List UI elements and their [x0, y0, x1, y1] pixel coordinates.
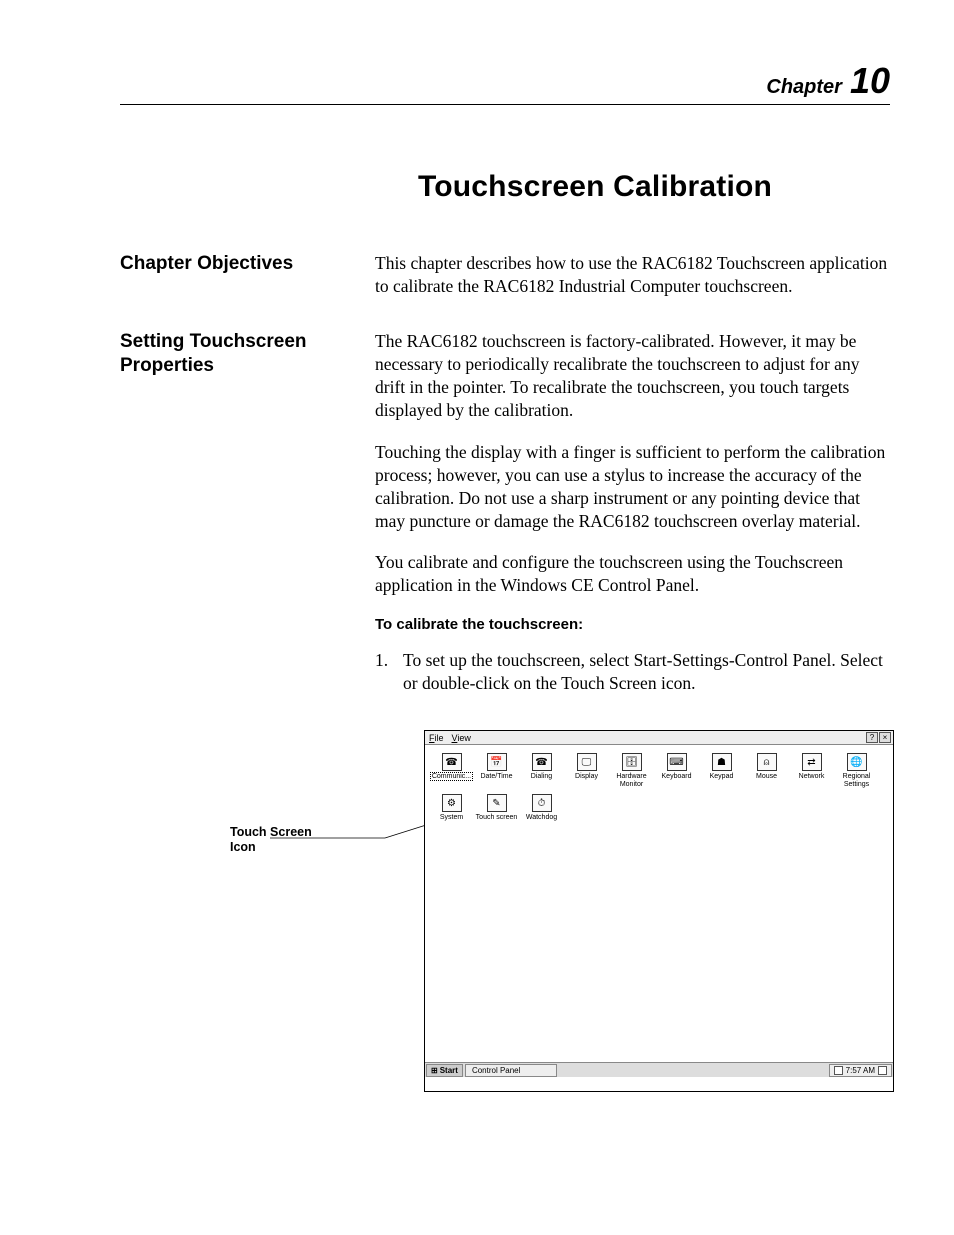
tray-clock: 7:57 AM: [846, 1066, 875, 1075]
icon-label: Display: [575, 773, 598, 780]
chapter-number: 10: [850, 60, 890, 101]
app-icon: ☎: [532, 753, 552, 771]
control-panel-icon[interactable]: ⇄ Network: [789, 753, 834, 788]
app-icon: ⌨: [667, 753, 687, 771]
control-panel-icon[interactable]: ☎ Dialing: [519, 753, 564, 788]
control-panel-icon[interactable]: 🌐 Regional Settings: [834, 753, 879, 788]
menubar: File View: [425, 731, 893, 745]
start-button[interactable]: ⊞ Start: [426, 1064, 463, 1077]
icon-label: Network: [799, 773, 825, 780]
app-icon: ✎: [487, 794, 507, 812]
step-text: To set up the touchscreen, select Start-…: [403, 649, 890, 695]
control-panel-icon[interactable]: 🗄 Hardware Monitor: [609, 753, 654, 788]
control-panel-icon[interactable]: ⚙ System: [429, 794, 474, 821]
page-title: Touchscreen Calibration: [300, 170, 890, 204]
menu-file[interactable]: File: [429, 733, 444, 743]
icon-label: Watchdog: [526, 814, 557, 821]
chapter-label: Chapter: [766, 76, 842, 98]
app-icon: 🗄: [622, 753, 642, 771]
taskbar-task[interactable]: Control Panel: [465, 1064, 557, 1077]
icon-label: System: [440, 814, 463, 821]
app-icon: 📅: [487, 753, 507, 771]
taskbar: ⊞ Start Control Panel 7:57 AM: [425, 1062, 893, 1077]
app-icon: ⚙: [442, 794, 462, 812]
control-panel-icon[interactable]: ⏱ Watchdog: [519, 794, 564, 821]
icon-label: Mouse: [756, 773, 777, 780]
chapter-heading: Chapter 10: [120, 60, 890, 105]
control-panel-icon[interactable]: ⍝ Mouse: [744, 753, 789, 788]
app-icon: ☎: [442, 753, 462, 771]
app-icon: ⏱: [532, 794, 552, 812]
figure: Touch Screen Icon File View ? × ☎Communi…: [230, 730, 890, 1100]
icon-label: Date/Time: [480, 773, 512, 780]
control-panel-icon[interactable]: ✎ Touch screen: [474, 794, 519, 821]
callout-leader-line: [270, 838, 420, 858]
app-icon: ⍝: [757, 753, 777, 771]
control-panel-window: File View ? × ☎ Communic... 📅 Date/Time ☎ Dia…: [424, 730, 894, 1092]
control-panel-icon[interactable]: ⌨ Keyboard: [654, 753, 699, 788]
body-paragraph: You calibrate and configure the touchscr…: [375, 551, 890, 597]
app-icon: ☗: [712, 753, 732, 771]
control-panel-body: ☎ Communic... 📅 Date/Time ☎ Dialing 🖵 Display 🗄 H…: [425, 745, 893, 1077]
icon-label: Dialing: [531, 773, 552, 780]
section-heading-objectives: Chapter Objectives: [120, 252, 375, 276]
body-paragraph: This chapter describes how to use the RA…: [375, 252, 890, 298]
app-icon: 🌐: [847, 753, 867, 771]
control-panel-icon[interactable]: 📅 Date/Time: [474, 753, 519, 788]
system-tray: 7:57 AM: [829, 1064, 892, 1077]
help-button[interactable]: ?: [866, 732, 878, 743]
icon-label: Communic...: [430, 773, 473, 780]
start-icon: ⊞: [431, 1066, 438, 1075]
app-icon: 🖵: [577, 753, 597, 771]
start-label: Start: [440, 1066, 458, 1075]
menu-view[interactable]: View: [452, 733, 471, 743]
body-paragraph: The RAC6182 touchscreen is factory-calib…: [375, 330, 890, 422]
icon-label: Keypad: [710, 773, 734, 780]
control-panel-icon[interactable]: ☎ Communic...: [429, 753, 474, 788]
tray-icon[interactable]: [834, 1066, 843, 1075]
step-number: 1.: [375, 649, 403, 695]
body-paragraph: Touching the display with a finger is su…: [375, 441, 890, 533]
control-panel-icon[interactable]: 🖵 Display: [564, 753, 609, 788]
icon-label: Touch screen: [476, 814, 518, 821]
icon-label: Hardware Monitor: [609, 773, 654, 788]
icon-label: Keyboard: [662, 773, 692, 780]
tray-icon[interactable]: [878, 1066, 887, 1075]
procedure-step: 1. To set up the touchscreen, select Sta…: [375, 649, 890, 695]
app-icon: ⇄: [802, 753, 822, 771]
close-button[interactable]: ×: [879, 732, 891, 743]
section-heading-setting: Setting Touchscreen Properties: [120, 330, 375, 378]
icon-label: Regional Settings: [834, 773, 879, 788]
procedure-heading: To calibrate the touchscreen:: [375, 615, 890, 635]
control-panel-icon[interactable]: ☗ Keypad: [699, 753, 744, 788]
